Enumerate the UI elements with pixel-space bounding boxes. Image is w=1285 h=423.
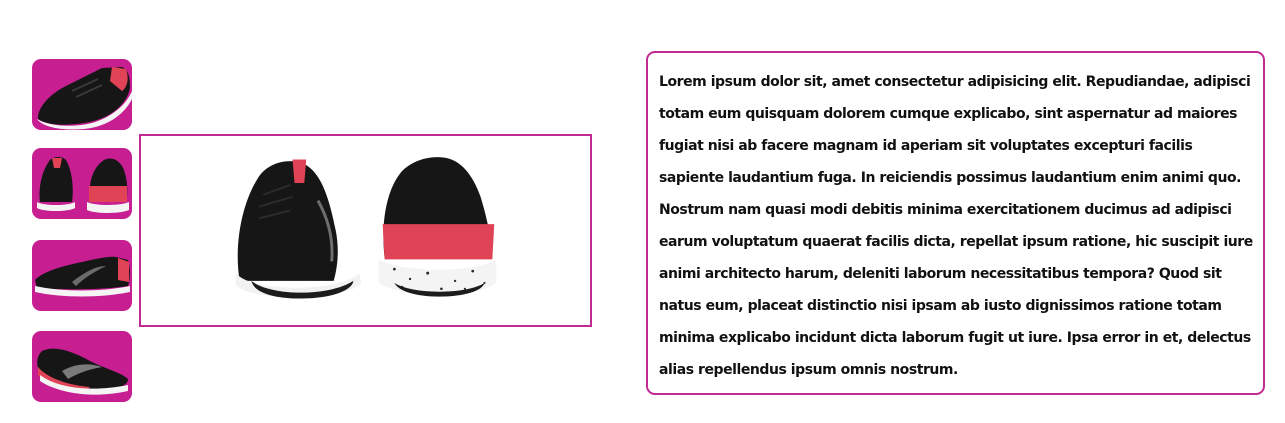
shoe-angled-view-icon [37,348,128,395]
product-description-text: Lorem ipsum dolor sit, amet consectetur … [659,74,1253,378]
thumbnail-front-back-view[interactable] [32,148,132,219]
main-product-image[interactable] [139,134,592,327]
thumbnail-lateral-view[interactable] [32,240,132,311]
thumbnail-side-view[interactable] [32,59,132,130]
shoe-front-back-view-icon [37,157,129,213]
shoe-front-back-view-icon [235,157,497,299]
product-page: Lorem ipsum dolor sit, amet consectetur … [0,0,1285,423]
thumbnail-angled-view[interactable] [32,331,132,402]
shoe-lateral-view-icon [35,256,130,297]
shoe-side-view-icon [37,67,132,130]
product-description-card: Lorem ipsum dolor sit, amet consectetur … [646,51,1265,395]
